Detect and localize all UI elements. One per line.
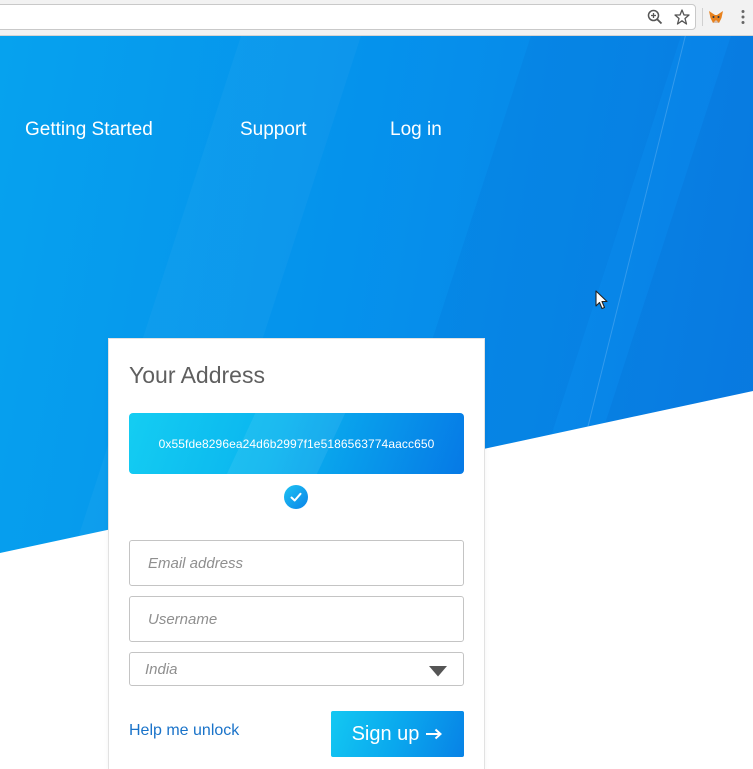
mouse-cursor-icon	[595, 290, 609, 315]
country-select[interactable]: India	[129, 652, 464, 686]
browser-toolbar	[0, 0, 753, 36]
country-select-value: India	[145, 661, 178, 678]
nav-getting-started[interactable]: Getting Started	[25, 119, 153, 141]
signup-button-label: Sign up	[351, 722, 420, 745]
wallet-address-box: 0x55fde8296ea24d6b2997f1e5186563774aacc6…	[129, 413, 464, 474]
nav-login[interactable]: Log in	[390, 119, 442, 141]
metamask-fox-icon[interactable]	[706, 7, 726, 27]
signup-card: Your Address 0x55fde8296ea24d6b2997f1e51…	[109, 339, 484, 769]
address-bar[interactable]	[0, 4, 696, 30]
email-field[interactable]	[129, 540, 464, 586]
wallet-address: 0x55fde8296ea24d6b2997f1e5186563774aacc6…	[158, 436, 435, 451]
chevron-down-icon	[429, 664, 447, 682]
star-icon[interactable]	[672, 7, 692, 27]
signup-button[interactable]: Sign up	[331, 711, 464, 757]
card-title: Your Address	[129, 362, 265, 388]
nav-support[interactable]: Support	[240, 119, 307, 141]
arrow-right-icon	[425, 723, 443, 746]
toolbar-divider	[702, 8, 703, 26]
zoom-in-icon[interactable]	[645, 7, 665, 27]
kebab-menu-icon[interactable]	[733, 7, 753, 27]
check-circle-icon	[284, 485, 308, 509]
username-field[interactable]	[129, 596, 464, 642]
help-unlock-link[interactable]: Help me unlock	[129, 722, 239, 740]
